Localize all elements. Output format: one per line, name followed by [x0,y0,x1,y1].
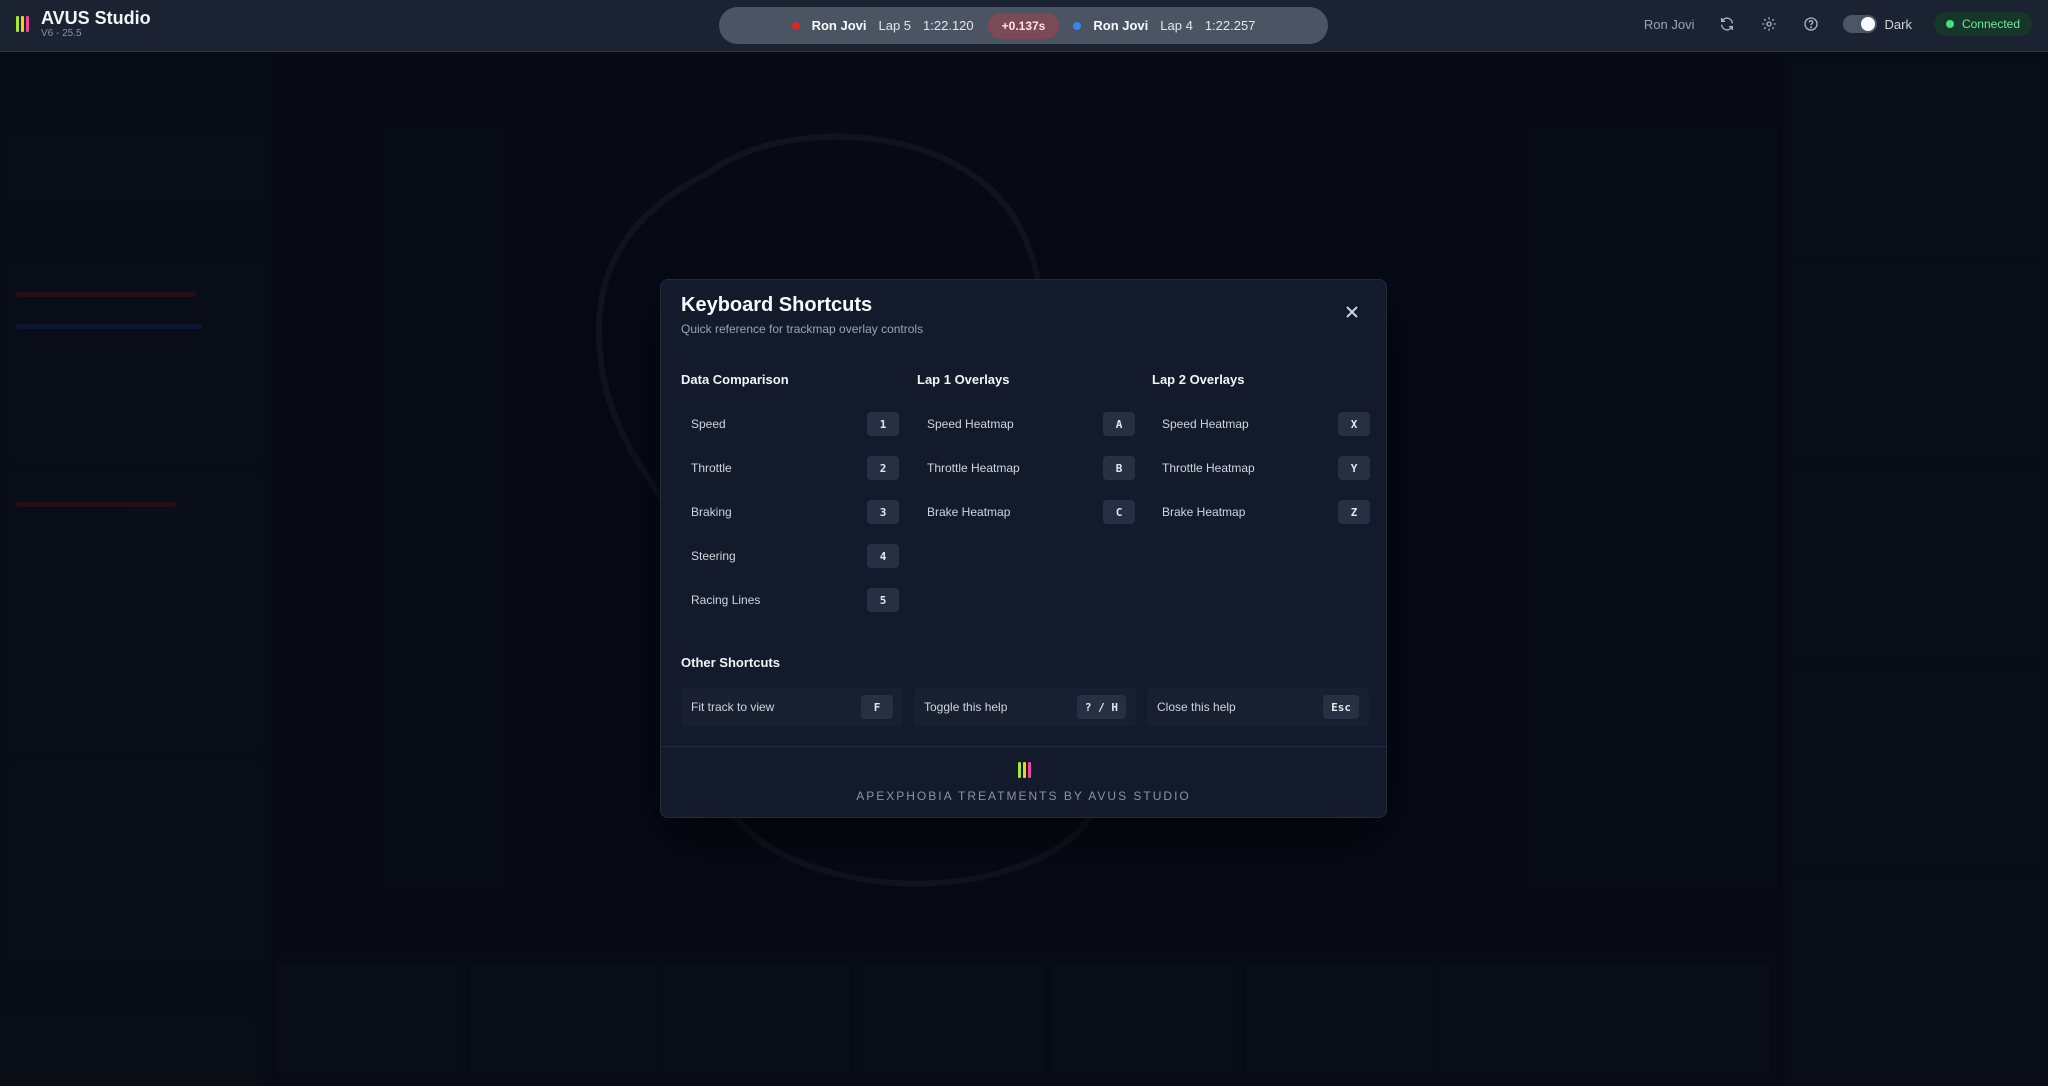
shortcut-row-lap2-brake: Brake Heatmap Z [1152,494,1380,530]
shortcut-row-racing-lines: Racing Lines 5 [681,582,909,618]
shortcut-row-lap1-brake: Brake Heatmap C [917,494,1145,530]
app-version: V6 - 25.5 [41,28,82,39]
gear-icon[interactable] [1759,14,1779,34]
shortcut-label: Racing Lines [691,593,761,607]
shortcut-key: 1 [867,412,899,436]
section-title: Lap 2 Overlays [1152,372,1245,387]
footer-credit: APEXPHOBIA TREATMENTS BY AVUS STUDIO [856,789,1191,803]
footer-logo-icon [1018,762,1031,778]
shortcut-key: 3 [867,500,899,524]
shortcut-label: Speed Heatmap [1162,417,1249,431]
connection-status-badge: Connected [1933,12,2032,36]
connection-status-text: Connected [1961,17,2020,31]
app-logo-icon [16,16,29,32]
refresh-icon[interactable] [1717,14,1737,34]
shortcut-key: F [861,695,893,719]
lap1-color-dot [791,21,800,30]
shortcut-row-throttle: Throttle 2 [681,450,909,486]
modal-title: Keyboard Shortcuts [681,294,873,316]
section-lap1-overlays: Lap 1 Overlays Speed Heatmap A Throttle H… [917,372,1145,538]
close-icon[interactable] [1344,304,1360,320]
shortcut-row-braking: Braking 3 [681,494,909,530]
status-dot [1945,20,1954,28]
shortcut-row-lap2-throttle: Throttle Heatmap Y [1152,450,1380,486]
shortcut-row-speed: Speed 1 [681,406,909,442]
lap-comparison-pill: Ron Jovi Lap 5 1:22.120 +0.137s Ron Jovi… [719,7,1328,44]
header-actions: Ron Jovi Dark Connected [1644,12,2032,36]
section-lap2-overlays: Lap 2 Overlays Speed Heatmap X Throttle H… [1152,372,1380,538]
theme-toggle-switch[interactable] [1842,15,1877,33]
shortcut-label: Throttle Heatmap [1162,461,1255,475]
shortcut-row-lap1-throttle: Throttle Heatmap B [917,450,1145,486]
shortcut-label: Close this help [1157,700,1236,714]
lap2-color-dot [1073,21,1082,30]
shortcut-label: Steering [691,549,736,563]
shortcut-key: B [1103,456,1135,480]
shortcut-row-steering: Steering 4 [681,538,909,574]
shortcut-key: C [1103,500,1135,524]
app-title: AVUS Studio [41,8,151,28]
theme-toggle[interactable]: Dark [1842,15,1912,33]
section-title: Lap 1 Overlays [917,372,1010,387]
shortcut-key: 2 [867,456,899,480]
lap2-time: 1:22.257 [1204,18,1256,33]
shortcut-key: A [1103,412,1135,436]
shortcut-row-toggle-help: Toggle this help ? / H [914,688,1136,726]
theme-label: Dark [1884,16,1912,32]
shortcut-row-lap1-speed: Speed Heatmap A [917,406,1145,442]
lap1-driver: Ron Jovi [811,18,867,33]
lap2-driver: Ron Jovi [1093,18,1149,33]
shortcut-key: Y [1338,456,1370,480]
section-data-comparison: Data Comparison Speed 1 Throttle 2 Braking… [681,372,909,626]
shortcut-row-close-help: Close this help Esc [1147,688,1369,726]
section-title: Data Comparison [681,372,789,387]
lap-delta-badge: +0.137s [987,12,1060,39]
shortcut-row-fit-track: Fit track to view F [681,688,903,726]
lap2-summary: Ron Jovi Lap 4 1:22.257 [1073,18,1255,33]
shortcut-label: Speed Heatmap [927,417,1014,431]
shortcut-key: X [1338,412,1370,436]
shortcut-label: Braking [691,505,732,519]
shortcut-row-lap2-speed: Speed Heatmap X [1152,406,1380,442]
modal-footer: APEXPHOBIA TREATMENTS BY AVUS STUDIO [661,746,1386,818]
brand: AVUS Studio V6 - 25.5 [16,8,151,40]
user-name: Ron Jovi [1643,16,1695,32]
shortcut-label: Speed [691,417,726,431]
lap2-number: Lap 4 [1160,18,1193,33]
shortcut-label: Throttle [691,461,732,475]
shortcut-label: Brake Heatmap [1162,505,1246,519]
lap1-number: Lap 5 [878,18,912,33]
shortcut-label: Fit track to view [691,700,775,714]
shortcut-key: ? / H [1076,695,1126,719]
top-bar: AVUS Studio V6 - 25.5 Ron Jovi Lap 5 1:2… [0,0,2048,52]
shortcut-label: Brake Heatmap [927,505,1011,519]
lap1-time: 1:22.120 [923,18,974,33]
shortcut-key: 4 [867,544,899,568]
keyboard-shortcuts-modal: Keyboard Shortcuts Quick reference for t… [660,279,1387,818]
modal-subtitle: Quick reference for trackmap overlay con… [681,322,924,336]
section-title-other: Other Shortcuts [681,655,780,670]
shortcut-label: Throttle Heatmap [927,461,1020,475]
shortcut-key: Z [1338,500,1370,524]
shortcut-key: 5 [867,588,899,612]
lap1-summary: Ron Jovi Lap 5 1:22.120 [791,18,974,33]
shortcut-label: Toggle this help [924,700,1008,714]
shortcut-key: Esc [1323,695,1359,719]
help-icon[interactable] [1801,14,1821,34]
